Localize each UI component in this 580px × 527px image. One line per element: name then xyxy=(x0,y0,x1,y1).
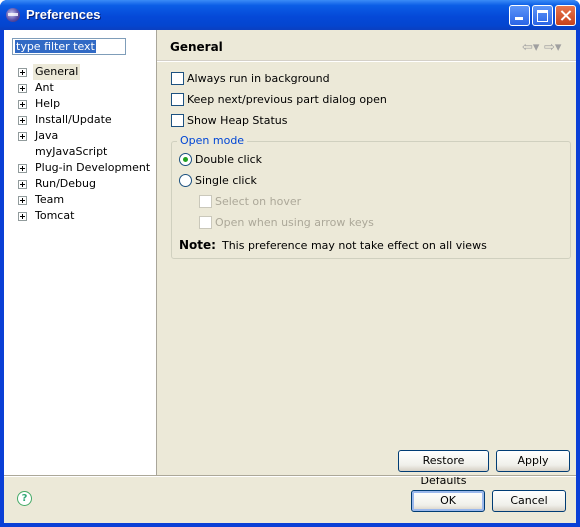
checkbox-box[interactable] xyxy=(171,114,184,127)
expand-icon[interactable] xyxy=(18,180,27,189)
radio-button[interactable] xyxy=(179,174,192,187)
expand-icon[interactable] xyxy=(18,100,27,109)
preference-tree-panel: type filter text General Ant Help Instal… xyxy=(4,30,157,475)
filter-text: type filter text xyxy=(15,40,96,53)
button-bar-separator xyxy=(4,475,576,477)
title-separator xyxy=(157,60,576,62)
radio-label: Double click xyxy=(195,153,263,166)
maximize-button[interactable] xyxy=(532,5,553,26)
checkbox-box[interactable] xyxy=(171,93,184,106)
checkbox-label: Always run in background xyxy=(187,72,330,85)
checkbox-box xyxy=(199,195,212,208)
tree-item-label: Ant xyxy=(35,81,54,94)
tree-item-label: General xyxy=(33,64,81,80)
eclipse-icon xyxy=(6,8,20,22)
apply-button[interactable]: Apply xyxy=(496,450,570,472)
checkbox-label: Keep next/previous part dialog open xyxy=(187,93,387,106)
tree-item-label: Install/Update xyxy=(35,113,112,126)
expand-icon[interactable] xyxy=(18,116,27,125)
dialog-client-area: type filter text General Ant Help Instal… xyxy=(4,30,576,523)
checkbox-label: Open when using arrow keys xyxy=(215,216,374,229)
expand-icon[interactable] xyxy=(18,196,27,205)
back-arrow-icon[interactable]: ⇦▾ xyxy=(522,40,544,55)
filter-input[interactable]: type filter text xyxy=(12,38,126,55)
checkbox-box[interactable] xyxy=(171,72,184,85)
help-icon[interactable]: ? xyxy=(17,491,32,506)
window-title: Preferences xyxy=(26,7,101,22)
tree-item-label: Run/Debug xyxy=(35,177,96,190)
forward-arrow-icon[interactable]: ⇨▾ xyxy=(544,40,566,55)
radio-button[interactable] xyxy=(179,153,192,166)
preference-page: General ⇦▾ ⇨▾ Always run in background Ke… xyxy=(157,30,576,487)
tree-item-label: Java xyxy=(35,129,59,142)
close-button[interactable] xyxy=(555,5,576,26)
note-text: Note: This preference may not take effect… xyxy=(179,238,487,252)
tree-item-label: Help xyxy=(35,97,61,110)
tree-item-label: Plug-in Development xyxy=(35,161,151,174)
note-label: Note: xyxy=(179,238,216,252)
expand-icon[interactable] xyxy=(18,68,27,77)
note-message: This preference may not take effect on a… xyxy=(221,239,487,252)
title-bar[interactable]: Preferences xyxy=(0,0,580,30)
tree-item-label: Tomcat xyxy=(35,209,75,222)
minimize-button[interactable] xyxy=(509,5,530,26)
tree-item-label: myJavaScript xyxy=(35,145,108,158)
checkbox-label: Select on hover xyxy=(215,195,302,208)
history-navigation: ⇦▾ ⇨▾ xyxy=(522,40,566,55)
page-title: General xyxy=(170,40,223,54)
checkbox-label: Show Heap Status xyxy=(187,114,288,127)
expand-icon[interactable] xyxy=(18,132,27,141)
expand-icon[interactable] xyxy=(18,84,27,93)
expand-icon[interactable] xyxy=(18,212,27,221)
expand-icon[interactable] xyxy=(18,164,27,173)
tree-item-label: Team xyxy=(35,193,65,206)
cancel-button[interactable]: Cancel xyxy=(492,490,566,512)
open-mode-group: Open mode Double click Single click Sele… xyxy=(171,134,571,259)
checkbox-box xyxy=(199,216,212,229)
restore-defaults-button[interactable]: Restore Defaults xyxy=(398,450,489,487)
preferences-window: Preferences type filter text General Ant xyxy=(0,0,580,527)
ok-button[interactable]: OK xyxy=(411,490,485,512)
group-title: Open mode xyxy=(177,134,248,147)
radio-label: Single click xyxy=(195,174,257,187)
